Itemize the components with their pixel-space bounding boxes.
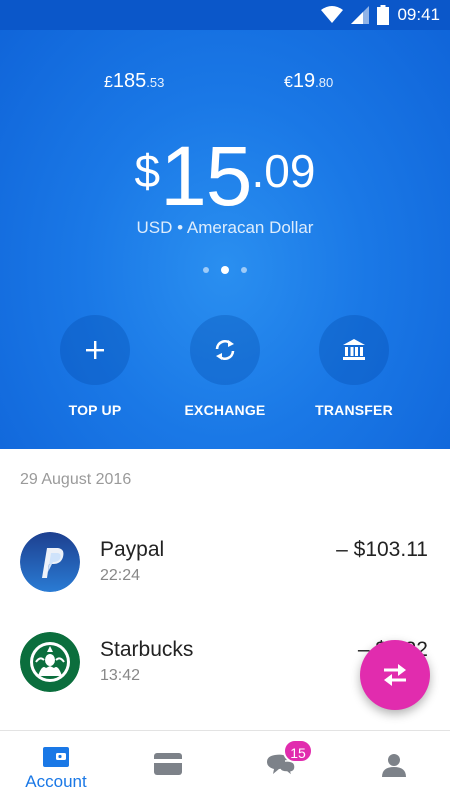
battery-icon — [377, 5, 390, 25]
status-time: 09:41 — [397, 5, 440, 24]
card-icon — [154, 753, 182, 775]
profile-icon — [382, 754, 406, 777]
page-dot-active[interactable] — [221, 266, 229, 274]
transfer-button[interactable]: TRANSFER — [284, 315, 424, 418]
nav-cards[interactable] — [112, 731, 224, 800]
transaction-name: Starbucks — [100, 638, 194, 661]
exchange-button[interactable]: EXCHANGE — [155, 315, 295, 418]
transactions-date-header: 29 August 2016 — [20, 471, 132, 488]
currency-name: USD • Ameracan Dollar — [136, 218, 314, 237]
top-up-button[interactable]: TOP UP — [25, 315, 165, 418]
page-dot[interactable] — [241, 267, 247, 273]
nav-account-label: Account — [25, 772, 87, 791]
exchange-fab-button[interactable] — [360, 640, 430, 710]
starbucks-logo-icon — [20, 632, 80, 692]
plus-icon — [86, 341, 104, 359]
paypal-logo-icon — [20, 532, 80, 592]
transaction-time: 13:42 — [100, 667, 141, 684]
transfer-label: TRANSFER — [315, 402, 393, 418]
nav-profile[interactable] — [338, 731, 450, 800]
exchange-label: EXCHANGE — [184, 402, 266, 418]
transaction-name: Paypal — [100, 538, 165, 561]
transaction-time: 22:24 — [100, 567, 141, 584]
page-indicator — [0, 266, 450, 274]
wifi-icon — [321, 6, 344, 23]
gbp-balance[interactable]: £185.53 — [104, 70, 164, 93]
swap-arrows-icon — [384, 664, 406, 686]
transaction-row[interactable]: Paypal 22:24 – $103.11 — [0, 532, 450, 612]
nav-chat[interactable]: 15 — [225, 731, 337, 800]
account-header: 09:41 £185.53 €19.80 $15.09 USD • Amerac… — [0, 0, 450, 449]
chat-unread-badge: 15 — [283, 739, 313, 763]
top-up-label: TOP UP — [68, 402, 122, 418]
refresh-icon — [215, 340, 235, 360]
eur-balance[interactable]: €19.80 — [284, 70, 333, 93]
transaction-amount: – $103.11 — [336, 538, 428, 561]
wallet-icon — [43, 747, 69, 767]
nav-account[interactable]: Account — [0, 731, 112, 800]
status-bar: 09:41 — [0, 0, 450, 30]
main-balance: $15.09 — [134, 129, 316, 223]
page-dot[interactable] — [203, 267, 209, 273]
bank-icon — [343, 339, 365, 360]
bottom-navigation: Account 15 — [0, 730, 450, 800]
cell-signal-icon — [351, 6, 370, 24]
